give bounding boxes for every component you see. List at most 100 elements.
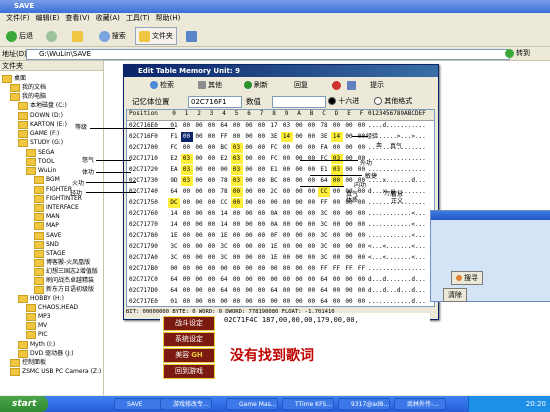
hex-byte-cell[interactable]: 00 bbox=[206, 286, 218, 296]
hex-byte-cell[interactable]: 00 bbox=[343, 143, 355, 153]
hex-byte-cell[interactable]: 03 bbox=[180, 176, 193, 186]
tree-item[interactable]: INTERFACE bbox=[34, 203, 79, 212]
hex-byte-cell[interactable]: 03 bbox=[230, 143, 243, 153]
tree-item[interactable]: PIC bbox=[26, 330, 48, 339]
hex-byte-cell[interactable]: 00 bbox=[356, 242, 368, 252]
tree-item[interactable]: 桌面 bbox=[2, 74, 26, 83]
hex-byte-cell[interactable]: 00 bbox=[356, 275, 368, 285]
hex-byte-cell[interactable]: 00 bbox=[256, 297, 268, 306]
hex-byte-cell[interactable]: 00 bbox=[343, 253, 355, 263]
hex-byte-cell[interactable]: 00 bbox=[343, 220, 355, 230]
hex-byte-cell[interactable]: 00 bbox=[293, 253, 305, 263]
up-button[interactable] bbox=[68, 27, 89, 45]
hex-byte-cell[interactable]: 00 bbox=[306, 187, 318, 197]
tree-item[interactable]: DVD 驱动器 (J:) bbox=[18, 349, 74, 358]
hex-byte-cell[interactable]: 0A bbox=[268, 220, 280, 230]
hex-byte-cell[interactable]: 00 bbox=[193, 253, 205, 263]
tree-item[interactable]: 控制面板 bbox=[10, 358, 46, 367]
hex-byte-cell[interactable]: 3E bbox=[268, 132, 280, 142]
tree-item[interactable]: GAME (F:) bbox=[18, 129, 59, 138]
hex-byte-cell[interactable]: E1 bbox=[318, 165, 330, 175]
hex-byte-cell[interactable]: 00 bbox=[293, 198, 305, 208]
hex-byte-cell[interactable]: 00 bbox=[193, 176, 205, 186]
hex-byte-cell[interactable]: 00 bbox=[293, 187, 305, 197]
hex-byte-cell[interactable]: 9D bbox=[168, 176, 180, 186]
hex-byte-cell[interactable]: 03 bbox=[230, 176, 243, 186]
tree-item[interactable]: SAVE bbox=[34, 231, 62, 240]
hex-byte-cell[interactable]: 00 bbox=[206, 297, 218, 306]
hex-byte-cell[interactable]: 00 bbox=[293, 264, 305, 274]
hex-byte-cell[interactable]: 00 bbox=[343, 275, 355, 285]
hex-byte-cell[interactable]: 14 bbox=[280, 132, 293, 142]
hex-byte-cell[interactable]: E2 bbox=[218, 154, 230, 164]
hex-byte-cell[interactable]: FF bbox=[343, 264, 355, 274]
hex-byte-cell[interactable]: 64 bbox=[168, 187, 180, 197]
hex-byte-cell[interactable]: 03 bbox=[230, 154, 243, 164]
hex-byte-cell[interactable]: 00 bbox=[193, 187, 205, 197]
hex-byte-cell[interactable]: 00 bbox=[343, 165, 355, 175]
tree-item[interactable]: 新东方日语初级版 bbox=[34, 285, 94, 294]
tree-item[interactable]: 幻想三国志2增值版 bbox=[34, 267, 98, 276]
hex-byte-cell[interactable]: 00 bbox=[230, 187, 243, 197]
hex-byte-cell[interactable]: 00 bbox=[181, 253, 193, 263]
hex-byte-cell[interactable]: 00 bbox=[193, 198, 205, 208]
back-button[interactable]: 后退 bbox=[2, 27, 37, 45]
hex-byte-cell[interactable]: 00 bbox=[306, 242, 318, 252]
hex-byte-cell[interactable]: FA bbox=[318, 143, 330, 153]
hex-byte-cell[interactable]: 00 bbox=[231, 231, 243, 241]
hex-byte-cell[interactable]: EA bbox=[168, 165, 180, 175]
hex-byte-cell[interactable]: 00 bbox=[231, 209, 243, 219]
hex-byte-cell[interactable]: 00 bbox=[356, 253, 368, 263]
hex-byte-cell[interactable]: 14 bbox=[330, 132, 343, 142]
hex-byte-cell[interactable]: 00 bbox=[331, 242, 343, 252]
hex-byte-cell[interactable]: 00 bbox=[193, 264, 205, 274]
hex-byte-cell[interactable]: 00 bbox=[193, 242, 205, 252]
hex-byte-cell[interactable]: 00 bbox=[281, 209, 293, 219]
tree-item[interactable]: ZSMC USB PC Camera (Z:) bbox=[10, 367, 101, 376]
hex-byte-cell[interactable]: 00 bbox=[181, 264, 193, 274]
hex-byte-cell[interactable]: 3C bbox=[318, 231, 330, 241]
hex-byte-cell[interactable]: 00 bbox=[331, 220, 343, 230]
hex-byte-cell[interactable]: 00 bbox=[231, 275, 243, 285]
hex-byte-cell[interactable]: 00 bbox=[231, 297, 243, 306]
hex-byte-cell[interactable]: 00 bbox=[193, 275, 205, 285]
hex-byte-cell[interactable]: 00 bbox=[243, 297, 255, 306]
hex-byte-cell[interactable]: 00 bbox=[206, 220, 218, 230]
hex-byte-cell[interactable]: 14 bbox=[218, 209, 230, 219]
hex-byte-cell[interactable]: 00 bbox=[343, 231, 355, 241]
hex-byte-cell[interactable]: 00 bbox=[293, 242, 305, 252]
hex-byte-cell[interactable]: 64 bbox=[168, 275, 180, 285]
hex-byte-cell[interactable]: 00 bbox=[206, 143, 218, 153]
hex-byte-cell[interactable]: 64 bbox=[318, 286, 330, 296]
taskbar-task-button[interactable]: 9317@ad8... bbox=[338, 398, 390, 410]
go-button[interactable]: 转到 bbox=[505, 48, 530, 59]
hex-byte-cell[interactable]: 1E bbox=[218, 231, 230, 241]
lock-icon[interactable] bbox=[347, 79, 358, 92]
hex-byte-cell[interactable]: 00 bbox=[256, 121, 268, 131]
hex-byte-cell[interactable]: 00 bbox=[293, 231, 305, 241]
tree-item[interactable]: MP3 bbox=[26, 312, 51, 321]
tree-item[interactable]: FIGHTER bbox=[34, 185, 72, 194]
restore-tool-button[interactable]: 回复 bbox=[294, 79, 308, 92]
hex-byte-cell[interactable]: 00 bbox=[306, 220, 318, 230]
hex-byte-cell[interactable]: 00 bbox=[306, 286, 318, 296]
hex-byte-cell[interactable]: 00 bbox=[243, 121, 255, 131]
hex-byte-cell[interactable]: 3C bbox=[218, 253, 230, 263]
hex-byte-cell[interactable]: 00 bbox=[256, 143, 268, 153]
hex-byte-cell[interactable]: 00 bbox=[218, 264, 230, 274]
hex-byte-cell[interactable]: 64 bbox=[268, 286, 280, 296]
hex-byte-cell[interactable]: FC bbox=[168, 143, 180, 153]
hex-byte-cell[interactable]: 00 bbox=[181, 187, 193, 197]
hex-byte-cell[interactable]: 00 bbox=[343, 121, 355, 131]
hex-byte-cell[interactable]: 00 bbox=[231, 264, 243, 274]
hex-byte-cell[interactable]: 00 bbox=[281, 154, 293, 164]
hex-byte-cell[interactable]: 17 bbox=[268, 121, 280, 131]
hex-byte-cell[interactable]: 00 bbox=[256, 253, 268, 263]
hex-byte-cell[interactable]: 00 bbox=[243, 209, 255, 219]
hex-byte-cell[interactable]: BC bbox=[268, 176, 280, 186]
hex-byte-cell[interactable]: 00 bbox=[331, 231, 343, 241]
hex-byte-cell[interactable]: 00 bbox=[331, 286, 343, 296]
hex-byte-cell[interactable]: 00 bbox=[206, 121, 218, 131]
hex-byte-cell[interactable]: 64 bbox=[168, 286, 180, 296]
tree-item[interactable]: WuLin bbox=[26, 166, 56, 175]
